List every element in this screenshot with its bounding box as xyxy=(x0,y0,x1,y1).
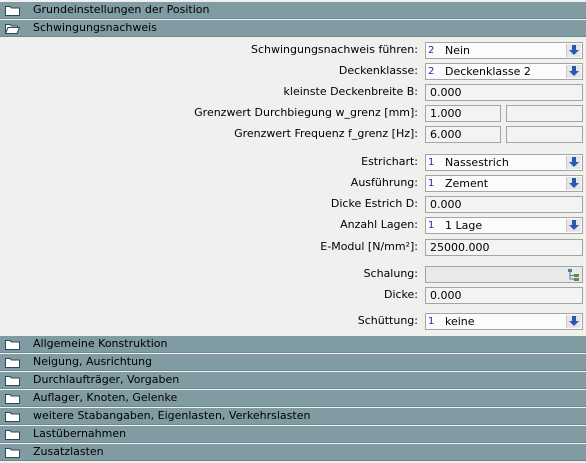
selected-value: Deckenklasse 2 xyxy=(445,65,531,78)
grenzwert-frequenz-label: Grenzwert Frequenz f_grenz [Hz]: xyxy=(234,127,418,140)
option-index: 1 xyxy=(428,316,435,327)
kleinste-deckenbreite-label: kleinste Deckenbreite B: xyxy=(283,85,418,98)
anzahl-lagen-label: Anzahl Lagen: xyxy=(340,218,418,231)
schuettung-label: Schüttung: xyxy=(357,314,418,327)
section-header-schwingungsnachweis[interactable]: Schwingungsnachweis xyxy=(0,20,586,37)
grenzwert-durchbiegung-extra-field[interactable] xyxy=(506,105,583,122)
dicke-estrich-label: Dicke Estrich D: xyxy=(330,197,418,210)
ausfuehrung-label: Ausführung: xyxy=(350,176,418,189)
section-title: Zusatzlasten xyxy=(33,445,104,458)
section-title: Durchlaufträger, Vorgaben xyxy=(33,373,180,386)
deckenklasse-label: Deckenklasse: xyxy=(338,64,418,77)
e-modul-input[interactable]: 25000.000 xyxy=(425,239,583,256)
option-index: 2 xyxy=(428,66,435,77)
folder-closed-icon xyxy=(5,339,20,350)
section-header-weitere-stabangaben[interactable]: weitere Stabangaben, Eigenlasten, Verkeh… xyxy=(0,408,586,425)
section-header-lastuebernahmen[interactable]: Lastübernahmen xyxy=(0,426,586,443)
grenzwert-frequenz-input[interactable]: 6.000 xyxy=(425,126,501,143)
dicke-estrich-input[interactable]: 0.000 xyxy=(425,196,583,213)
section-header-grundeinstellungen[interactable]: Grundeinstellungen der Position xyxy=(0,2,586,19)
schwingungsnachweis-fuehren-label: Schwingungsnachweis führen: xyxy=(251,43,418,56)
section-header-durchlauftraeger[interactable]: Durchlaufträger, Vorgaben xyxy=(0,372,586,389)
section-title: Allgemeine Konstruktion xyxy=(33,337,168,350)
option-index: 1 xyxy=(428,157,435,168)
grenzwert-durchbiegung-label: Grenzwert Durchbiegung w_grenz [mm]: xyxy=(194,106,418,119)
schwingungsnachweis-fuehren-select[interactable]: 2 Nein xyxy=(425,42,583,59)
section-title: Grundeinstellungen der Position xyxy=(33,3,210,16)
folder-closed-icon xyxy=(5,357,20,368)
folder-closed-icon xyxy=(5,375,20,386)
tree-browse-icon[interactable] xyxy=(565,267,582,282)
dicke-label: Dicke: xyxy=(383,288,418,301)
grenzwert-frequenz-extra-field[interactable] xyxy=(506,126,583,143)
section-title: Neigung, Ausrichtung xyxy=(33,355,153,368)
section-title: weitere Stabangaben, Eigenlasten, Verkeh… xyxy=(33,409,311,422)
e-modul-label: E-Modul [N/mm²]: xyxy=(320,240,418,253)
deckenklasse-select[interactable]: 2 Deckenklasse 2 xyxy=(425,63,583,80)
folder-closed-icon xyxy=(5,429,20,440)
selected-value: 1 Lage xyxy=(445,219,483,232)
section-header-neigung-ausrichtung[interactable]: Neigung, Ausrichtung xyxy=(0,354,586,371)
section-header-auflager[interactable]: Auflager, Knoten, Gelenke xyxy=(0,390,586,407)
selected-value: keine xyxy=(445,315,475,328)
dropdown-arrow-icon[interactable] xyxy=(566,177,581,190)
estrichart-select[interactable]: 1 Nassestrich xyxy=(425,154,583,171)
section-title: Lastübernahmen xyxy=(33,427,127,440)
dropdown-arrow-icon[interactable] xyxy=(566,315,581,328)
anzahl-lagen-select[interactable]: 1 1 Lage xyxy=(425,217,583,234)
kleinste-deckenbreite-input[interactable]: 0.000 xyxy=(425,84,583,101)
folder-closed-icon xyxy=(5,5,20,16)
schuettung-select[interactable]: 1 keine xyxy=(425,313,583,330)
section-title: Auflager, Knoten, Gelenke xyxy=(33,391,178,404)
grenzwert-durchbiegung-input[interactable]: 1.000 xyxy=(425,105,501,122)
selected-value: Nein xyxy=(445,44,471,57)
dropdown-arrow-icon[interactable] xyxy=(566,44,581,57)
section-header-allgemeine-konstruktion[interactable]: Allgemeine Konstruktion xyxy=(0,336,586,353)
dicke-input[interactable]: 0.000 xyxy=(425,287,583,304)
dropdown-arrow-icon[interactable] xyxy=(566,156,581,169)
folder-closed-icon xyxy=(5,393,20,404)
estrichart-label: Estrichart: xyxy=(361,155,418,168)
option-index: 2 xyxy=(428,45,435,56)
option-index: 1 xyxy=(428,178,435,189)
section-header-zusatzlasten[interactable]: Zusatzlasten xyxy=(0,444,586,461)
schalung-label: Schalung: xyxy=(363,267,418,280)
dropdown-arrow-icon[interactable] xyxy=(566,65,581,78)
ausfuehrung-select[interactable]: 1 Zement xyxy=(425,175,583,192)
selected-value: Zement xyxy=(445,177,489,190)
folder-open-icon xyxy=(4,23,21,34)
folder-closed-icon xyxy=(5,447,20,458)
dropdown-arrow-icon[interactable] xyxy=(566,219,581,232)
selected-value: Nassestrich xyxy=(445,156,509,169)
folder-closed-icon xyxy=(5,411,20,422)
section-title: Schwingungsnachweis xyxy=(33,21,157,34)
option-index: 1 xyxy=(428,220,435,231)
schalung-field[interactable] xyxy=(425,266,583,283)
